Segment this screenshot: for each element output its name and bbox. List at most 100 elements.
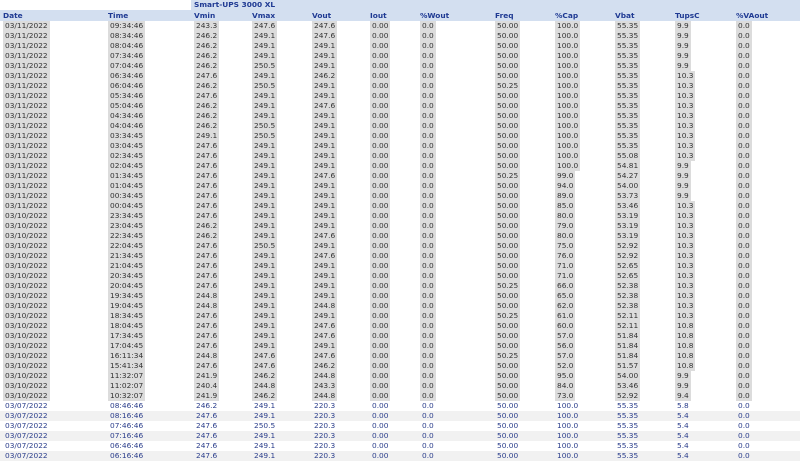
table-cell: 19:34:45 <box>105 291 191 301</box>
cell-value: 0.0 <box>420 151 436 161</box>
cell-value: 249.1 <box>254 431 276 440</box>
table-cell: 60.0 <box>552 321 612 331</box>
cell-value: 249.1 <box>312 261 338 271</box>
cell-value: 03/10/2022 <box>3 281 50 291</box>
table-cell: 50.00 <box>492 191 552 201</box>
table-cell: 0.0 <box>417 151 492 161</box>
table-cell: 0.0 <box>417 281 492 291</box>
table-cell: 50.00 <box>492 291 552 301</box>
cell-value: 244.8 <box>312 391 338 401</box>
cell-value: 50.00 <box>495 111 521 121</box>
table-cell: 10.3 <box>672 261 733 271</box>
table-cell: 0.00 <box>367 131 417 141</box>
cell-value: 54.27 <box>615 171 641 181</box>
cell-value: 244.8 <box>194 291 220 301</box>
column-header-iout: Iout <box>367 10 417 21</box>
cell-value: 0.00 <box>370 191 391 201</box>
cell-value: 247.6 <box>312 251 338 261</box>
table-cell: 246.2 <box>191 81 249 91</box>
cell-value: 10.3 <box>675 271 696 281</box>
cell-value: 247.6 <box>194 361 220 371</box>
cell-value: 0.0 <box>420 301 436 311</box>
cell-value: 55.35 <box>615 111 641 121</box>
cell-value: 03/07/2022 <box>5 431 48 440</box>
table-cell: 10.3 <box>672 221 733 231</box>
cell-value: 0.0 <box>736 351 752 361</box>
cell-value: 50.00 <box>495 141 521 151</box>
table-cell: 66.0 <box>552 281 612 291</box>
cell-value: 249.1 <box>252 341 278 351</box>
cell-value: 0.0 <box>420 291 436 301</box>
table-cell: 03/10/2022 <box>0 221 105 231</box>
table-row: 03/10/2022 21:04:45 247.6 249.1 249.1 0.00 0.0… <box>0 261 800 271</box>
cell-value: 10.3 <box>675 291 696 301</box>
cell-value: 71.0 <box>555 271 576 281</box>
cell-value: 0.00 <box>370 121 391 131</box>
cell-value: 95.0 <box>555 371 576 381</box>
table-cell: 10.3 <box>672 101 733 111</box>
table-cell: 249.1 <box>249 401 309 411</box>
title-row: Smart-UPS 3000 XL <box>0 0 800 10</box>
cell-value: 50.25 <box>495 171 521 181</box>
cell-value: 10.3 <box>675 251 696 261</box>
table-cell: 50.00 <box>492 101 552 111</box>
cell-value: 100.0 <box>555 91 581 101</box>
table-cell: 03/11/2022 <box>0 141 105 151</box>
cell-value: 0.00 <box>370 291 391 301</box>
table-cell: 53.46 <box>612 381 672 391</box>
cell-value: 249.1 <box>312 291 338 301</box>
table-cell: 246.2 <box>309 361 367 371</box>
cell-value: 100.0 <box>555 61 581 71</box>
table-cell: 0.00 <box>367 241 417 251</box>
table-cell: 06:34:46 <box>105 71 191 81</box>
cell-value: 5.4 <box>677 451 689 460</box>
table-cell: 50.00 <box>492 151 552 161</box>
table-cell: 246.2 <box>191 231 249 241</box>
column-header-date: Date <box>0 10 105 21</box>
cell-value: 0.0 <box>736 291 752 301</box>
table-cell: 244.8 <box>309 371 367 381</box>
table-row: 03/10/2022 16:11:34 244.8 247.6 247.6 0.00 0.0… <box>0 351 800 361</box>
cell-value: 52.92 <box>615 391 641 401</box>
table-cell: 249.1 <box>249 261 309 271</box>
table-cell: 03/07/2022 <box>0 421 105 431</box>
table-cell: 56.0 <box>552 341 612 351</box>
table-cell: 50.00 <box>492 211 552 221</box>
table-cell: 0.00 <box>367 411 417 421</box>
table-cell: 0.00 <box>367 421 417 431</box>
table-cell: 100.0 <box>552 141 612 151</box>
table-cell: 249.1 <box>309 341 367 351</box>
table-cell: 04:34:46 <box>105 111 191 121</box>
cell-value: 220.3 <box>314 421 336 430</box>
table-row: 03/10/2022 11:32:07 241.9 246.2 244.8 0.00 0.0… <box>0 371 800 381</box>
cell-value: 244.8 <box>194 351 220 361</box>
cell-value: 75.0 <box>555 241 576 251</box>
cell-value: 249.1 <box>312 151 338 161</box>
cell-value: 50.00 <box>495 371 521 381</box>
table-cell: 249.1 <box>249 431 309 441</box>
cell-value: 55.35 <box>617 451 639 460</box>
cell-value: 50.00 <box>495 241 521 251</box>
table-cell: 0.0 <box>417 321 492 331</box>
table-row: 03/11/2022 03:04:45 247.6 249.1 249.1 0.00 0.0… <box>0 141 800 151</box>
table-cell: 0.00 <box>367 391 417 401</box>
cell-value: 100.0 <box>555 101 581 111</box>
table-cell: 0.0 <box>733 171 800 181</box>
cell-value: 50.00 <box>495 41 521 51</box>
cell-value: 5.4 <box>677 421 689 430</box>
table-cell: 03/11/2022 <box>0 201 105 211</box>
cell-value: 54.00 <box>615 181 641 191</box>
cell-value: 03/11/2022 <box>3 21 50 31</box>
cell-value: 0.0 <box>736 241 752 251</box>
cell-value: 60.0 <box>555 321 576 331</box>
cell-value: 10.3 <box>675 91 696 101</box>
table-cell: 100.0 <box>552 431 612 441</box>
cell-value: 0.00 <box>370 161 391 171</box>
cell-value: 55.35 <box>615 131 641 141</box>
table-cell: 100.0 <box>552 31 612 41</box>
cell-value: 65.0 <box>555 291 576 301</box>
table-cell: 10.8 <box>672 341 733 351</box>
cell-value: 0.0 <box>738 401 750 410</box>
cell-value: 02:34:45 <box>108 151 146 161</box>
cell-value: 249.1 <box>252 331 278 341</box>
